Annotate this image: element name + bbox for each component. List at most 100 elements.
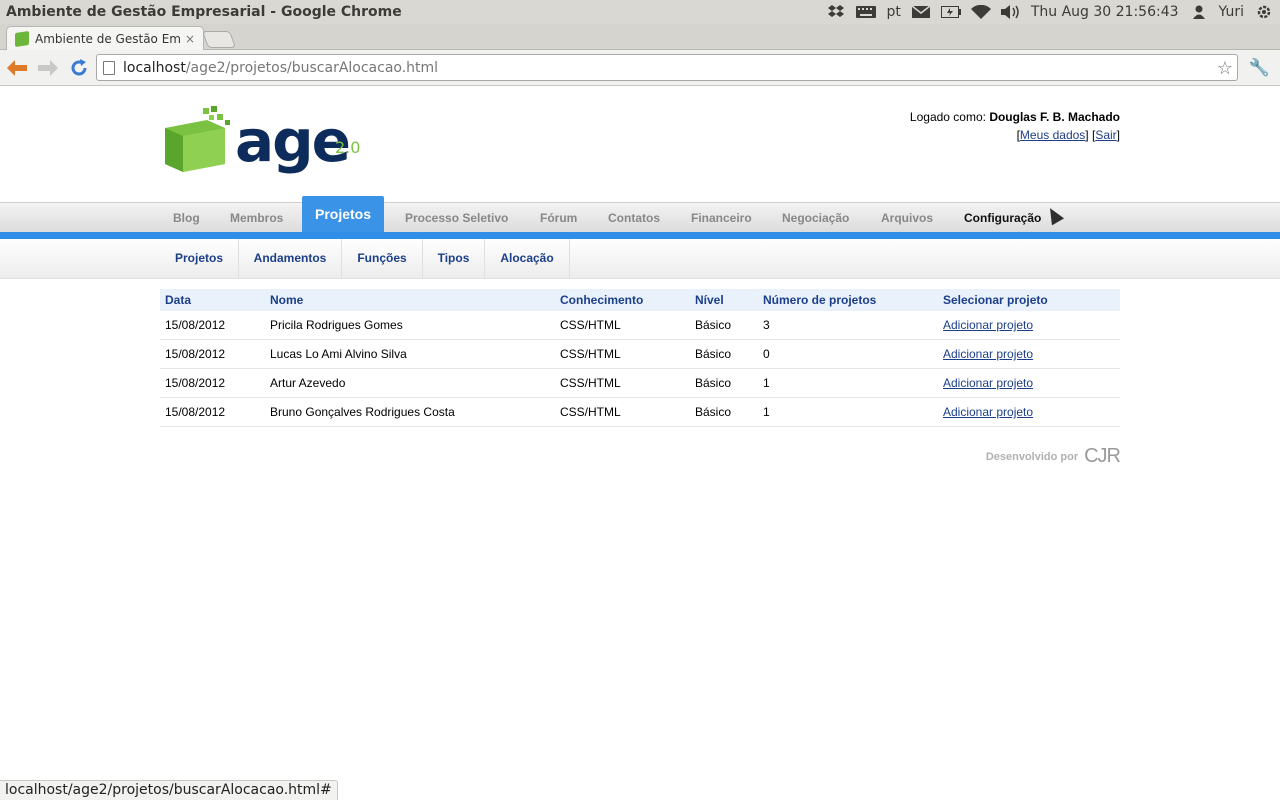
adicionar-projeto-link[interactable]: Adicionar projeto bbox=[943, 405, 1033, 419]
address-bar[interactable]: localhost/age2/projetos/buscarAlocacao.h… bbox=[96, 54, 1238, 81]
cell-nivel: Básico bbox=[695, 347, 732, 361]
cell-numero-projetos: 3 bbox=[763, 318, 770, 332]
battery-icon[interactable] bbox=[940, 4, 961, 20]
nav-item-contatos[interactable]: Contatos bbox=[608, 203, 660, 233]
tab-strip: Ambiente de Gestão Empr × bbox=[0, 24, 1280, 50]
wifi-icon[interactable] bbox=[970, 4, 991, 20]
nav-item-forum[interactable]: Fórum bbox=[540, 203, 577, 233]
url-path: /age2/projetos/buscarAlocacao.html bbox=[185, 59, 439, 76]
meus-dados-link[interactable]: Meus dados bbox=[1020, 128, 1085, 142]
nav-item-blog[interactable]: Blog bbox=[173, 203, 200, 233]
power-gear-icon[interactable] bbox=[1254, 4, 1274, 20]
allocation-table: Data Nome Conhecimento Nível Número de p… bbox=[160, 289, 1120, 427]
header-data: Data bbox=[165, 293, 192, 307]
cell-numero-projetos: 1 bbox=[763, 376, 770, 390]
back-arrow-icon bbox=[7, 59, 27, 76]
sub-nav: Projetos Andamentos Funções Tipos Alocaç… bbox=[0, 239, 1280, 279]
reload-button[interactable] bbox=[65, 54, 93, 82]
logged-label: Logado como: bbox=[909, 110, 990, 124]
nav-item-negociacao[interactable]: Negociação bbox=[782, 203, 849, 233]
header-selecionar-projeto: Selecionar projeto bbox=[943, 293, 1048, 307]
keyboard-icon[interactable] bbox=[856, 4, 877, 20]
age-logo[interactable]: age 2.0 bbox=[165, 106, 365, 176]
favicon-icon bbox=[15, 30, 29, 47]
dropbox-icon[interactable] bbox=[826, 4, 846, 20]
logo-version: 2.0 bbox=[335, 138, 361, 157]
adicionar-projeto-link[interactable]: Adicionar projeto bbox=[943, 376, 1033, 390]
url-host: localhost bbox=[123, 59, 186, 76]
tab-title: Ambiente de Gestão Empr bbox=[35, 31, 181, 46]
main-nav: Blog Membros Projetos Processo Seletivo … bbox=[0, 196, 1280, 233]
new-tab-button[interactable] bbox=[201, 31, 237, 48]
user-info: Logado como: Douglas F. B. Machado [Meus… bbox=[909, 110, 1120, 142]
cell-data: 15/08/2012 bbox=[165, 318, 226, 332]
footer-credit: Desenvolvido por CJR bbox=[985, 445, 1121, 468]
cell-conhecimento: CSS/HTML bbox=[560, 347, 621, 361]
cell-conhecimento: CSS/HTML bbox=[560, 318, 621, 332]
table-row: 15/08/2012 Lucas Lo Ami Alvino Silva CSS… bbox=[160, 340, 1120, 369]
header-conhecimento: Conhecimento bbox=[560, 293, 644, 307]
wrench-menu-icon[interactable]: 🔧 bbox=[1249, 58, 1270, 78]
header-numero-projetos: Número de projetos bbox=[763, 293, 877, 307]
cell-nivel: Básico bbox=[695, 405, 732, 419]
logo-wordmark: age bbox=[235, 107, 351, 175]
window-title: Ambiente de Gestão Empresarial - Google … bbox=[6, 4, 402, 20]
cell-numero-projetos: 0 bbox=[763, 347, 770, 361]
session-user[interactable]: Yuri bbox=[1219, 4, 1244, 20]
subnav-item-projetos[interactable]: Projetos bbox=[160, 239, 239, 279]
tab-close-icon[interactable]: × bbox=[185, 32, 195, 46]
logo-cube-icon bbox=[165, 106, 230, 172]
table-row: 15/08/2012 Pricila Rodrigues Gomes CSS/H… bbox=[160, 311, 1120, 340]
reload-icon bbox=[71, 58, 87, 75]
adicionar-projeto-link[interactable]: Adicionar projeto bbox=[943, 318, 1033, 332]
cell-conhecimento: CSS/HTML bbox=[560, 376, 621, 390]
cell-nome: Lucas Lo Ami Alvino Silva bbox=[270, 347, 407, 361]
sair-link[interactable]: Sair bbox=[1095, 128, 1116, 142]
cell-nome: Pricila Rodrigues Gomes bbox=[270, 318, 403, 332]
cell-conhecimento: CSS/HTML bbox=[560, 405, 621, 419]
page-icon bbox=[103, 60, 115, 75]
logged-user-name: Douglas F. B. Machado bbox=[989, 110, 1120, 124]
header-nivel: Nível bbox=[695, 293, 724, 307]
nav-item-projetos[interactable]: Projetos bbox=[302, 196, 385, 233]
browser-toolbar: localhost/age2/projetos/buscarAlocacao.h… bbox=[0, 50, 1280, 86]
back-button[interactable] bbox=[3, 54, 31, 82]
cell-numero-projetos: 1 bbox=[763, 405, 770, 419]
table-row: 15/08/2012 Artur Azevedo CSS/HTML Básico… bbox=[160, 369, 1120, 398]
browser-tab[interactable]: Ambiente de Gestão Empr × bbox=[6, 26, 204, 50]
footer-label: Desenvolvido por bbox=[985, 450, 1079, 463]
subnav-item-alocacao[interactable]: Alocação bbox=[485, 239, 570, 279]
nav-item-financeiro[interactable]: Financeiro bbox=[691, 203, 752, 233]
nav-item-configuracao[interactable]: Configuração bbox=[964, 203, 1041, 233]
subnav-item-tipos[interactable]: Tipos bbox=[423, 239, 485, 279]
status-bar-url: localhost/age2/projetos/buscarAlocacao.h… bbox=[0, 780, 338, 800]
cell-data: 15/08/2012 bbox=[165, 376, 226, 390]
cell-nivel: Básico bbox=[695, 318, 732, 332]
cell-data: 15/08/2012 bbox=[165, 405, 226, 419]
cell-nivel: Básico bbox=[695, 376, 732, 390]
forward-arrow-icon bbox=[38, 59, 58, 76]
clock[interactable]: Thu Aug 30 21:56:43 bbox=[1031, 4, 1179, 20]
table-header: Data Nome Conhecimento Nível Número de p… bbox=[160, 289, 1120, 311]
nav-item-processo-seletivo[interactable]: Processo Seletivo bbox=[405, 203, 508, 233]
subnav-item-funcoes[interactable]: Funções bbox=[342, 239, 423, 279]
cell-nome: Artur Azevedo bbox=[270, 376, 346, 390]
bookmark-star-icon[interactable]: ☆ bbox=[1217, 58, 1233, 79]
adicionar-projeto-link[interactable]: Adicionar projeto bbox=[943, 347, 1033, 361]
nav-item-membros[interactable]: Membros bbox=[230, 203, 283, 233]
volume-icon[interactable] bbox=[1000, 4, 1021, 20]
web-page: age 2.0 Logado como: Douglas F. B. Macha… bbox=[0, 86, 1280, 800]
forward-button[interactable] bbox=[34, 54, 62, 82]
cjr-logo[interactable]: CJR bbox=[1084, 445, 1121, 468]
subnav-item-andamentos[interactable]: Andamentos bbox=[239, 239, 342, 279]
table-row: 15/08/2012 Bruno Gonçalves Rodrigues Cos… bbox=[160, 398, 1120, 427]
system-tray: pt Thu Aug 30 21:56:43 Yuri bbox=[826, 4, 1274, 20]
window-titlebar: Ambiente de Gestão Empresarial - Google … bbox=[0, 0, 1280, 24]
user-icon bbox=[1189, 4, 1209, 20]
cell-nome: Bruno Gonçalves Rodrigues Costa bbox=[270, 405, 455, 419]
keyboard-layout-label[interactable]: pt bbox=[886, 4, 900, 20]
nav-item-arquivos[interactable]: Arquivos bbox=[881, 203, 933, 233]
nav-accent-bar bbox=[0, 232, 1280, 239]
header-nome: Nome bbox=[270, 293, 304, 307]
mail-icon[interactable] bbox=[911, 4, 931, 20]
